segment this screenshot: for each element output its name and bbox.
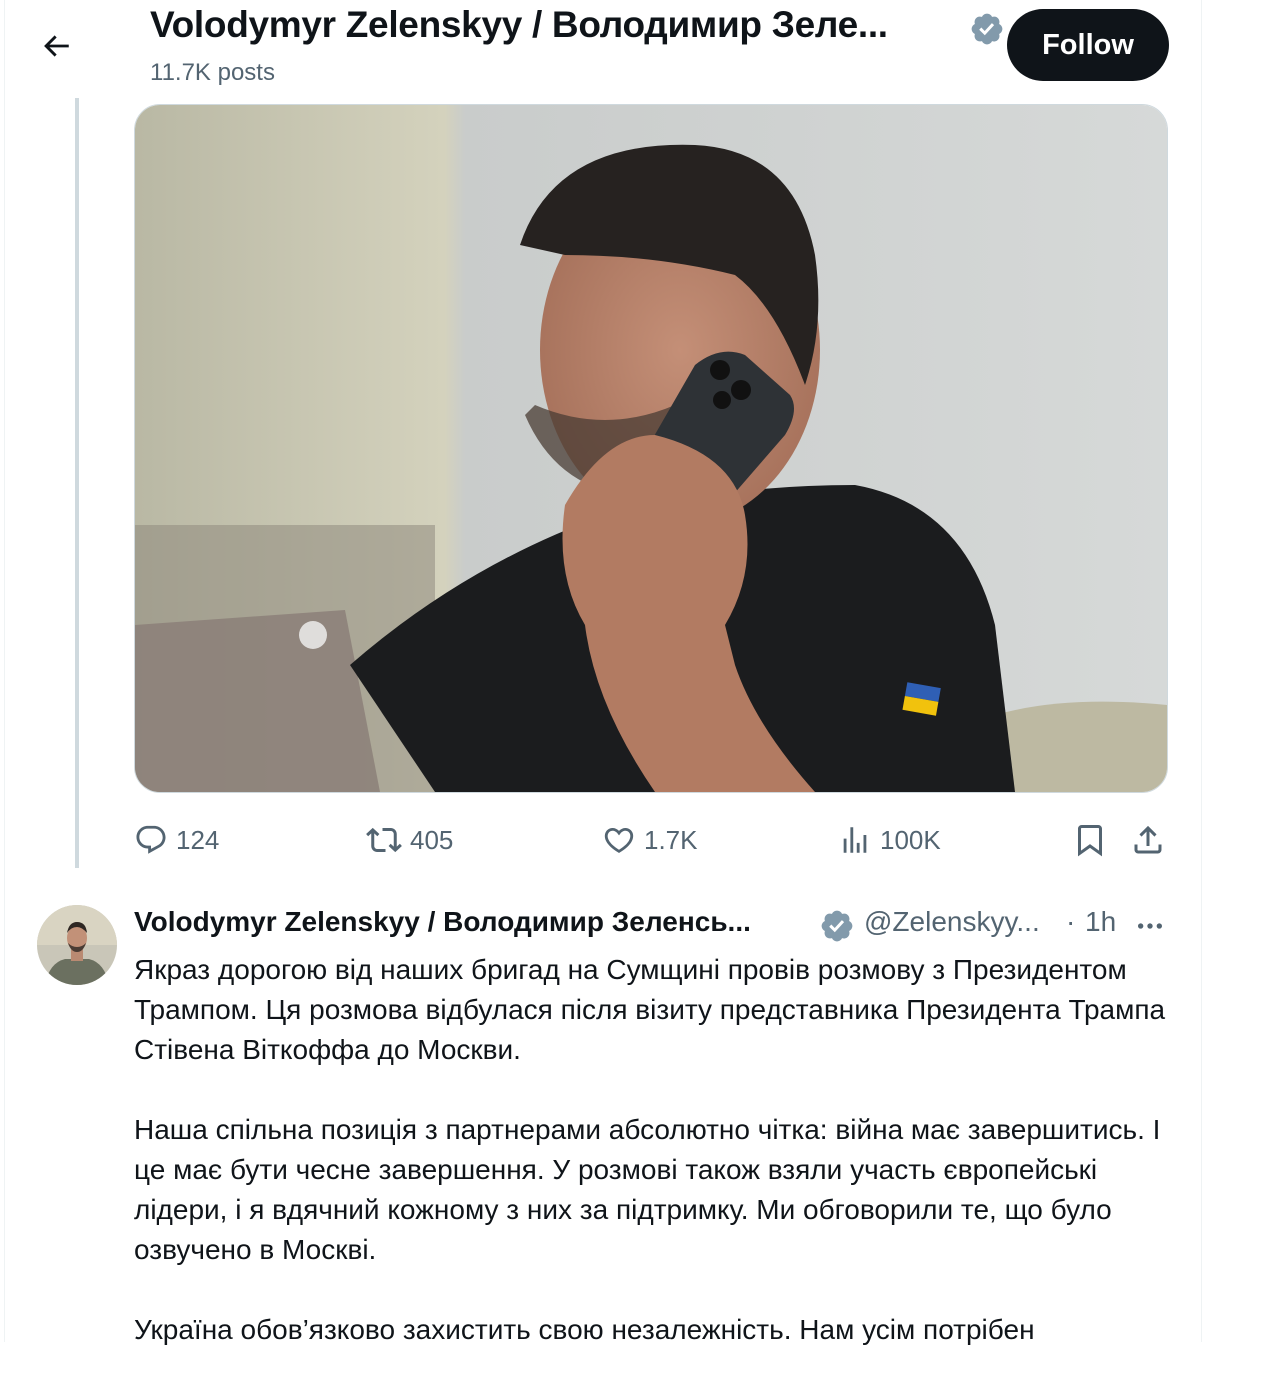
tweet-paragraph: Якраз дорогою від наших бригад на Сумщин…: [134, 954, 1166, 1065]
views-button[interactable]: 100K: [838, 818, 941, 862]
avatar-image: [37, 905, 117, 985]
retweet-icon: [366, 827, 402, 853]
reply-button[interactable]: 124: [134, 818, 219, 862]
share-icon: [1134, 825, 1162, 854]
tweet-paragraph: Україна обов’язково захистить свою незал…: [134, 1314, 1035, 1345]
like-icon: [604, 827, 634, 853]
views-count: 100K: [880, 824, 941, 855]
back-arrow-icon: [44, 35, 69, 57]
tweet-paragraph: Наша спільна позиція з партнерами абсолю…: [134, 1114, 1161, 1265]
verified-badge-icon: [969, 11, 1005, 52]
more-icon: [1138, 923, 1162, 929]
verified-badge-icon: [819, 908, 855, 949]
share-button[interactable]: [1130, 818, 1174, 862]
column-border-right: [1201, 0, 1202, 1342]
photo-illustration: [135, 105, 1167, 792]
tweet-text: Якраз дорогою від наших бригад на Сумщин…: [134, 950, 1174, 1390]
bookmark-button[interactable]: [1072, 818, 1116, 862]
avatar[interactable]: [37, 905, 117, 985]
reply-icon: [136, 825, 166, 854]
reply-count: 124: [176, 824, 220, 855]
column-border-left: [4, 0, 5, 1342]
profile-name: Volodymyr Zelenskyy / Володимир Зеле...: [150, 4, 888, 45]
tweet-photo[interactable]: [134, 104, 1168, 793]
more-options-button[interactable]: [1129, 906, 1171, 946]
thread-connector-line: [75, 98, 79, 868]
repost-count: 405: [410, 824, 454, 855]
follow-button[interactable]: Follow: [1007, 9, 1169, 81]
posts-count: 11.7K posts: [150, 59, 275, 86]
like-count: 1.7K: [644, 824, 698, 855]
views-icon: [843, 827, 867, 853]
repost-button[interactable]: 405: [366, 818, 453, 862]
tweet-author-handle[interactable]: @Zelenskyy...: [864, 906, 1040, 938]
bookmark-icon: [1078, 825, 1102, 857]
like-button[interactable]: 1.7K: [602, 818, 698, 862]
back-button[interactable]: [28, 20, 84, 72]
tweet-author-name[interactable]: Volodymyr Zelenskyy / Володимир Зеленсь.…: [134, 906, 751, 938]
tweet-timestamp[interactable]: 1h: [1085, 906, 1116, 938]
separator-dot: ·: [1066, 906, 1076, 937]
